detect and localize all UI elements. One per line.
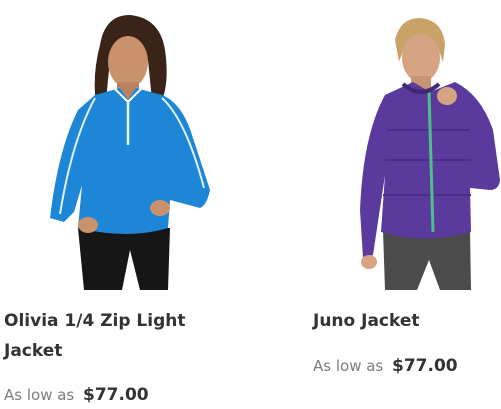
product-name-link[interactable]: Juno Jacket <box>313 306 493 336</box>
product-name-link[interactable]: Olivia 1/4 Zip Light Jacket <box>4 306 219 366</box>
product-image-juno-jacket[interactable] <box>305 0 501 295</box>
price-value: $77.00 <box>392 356 458 376</box>
price-box: As low as $77.00 <box>313 356 458 376</box>
price-value: $77.00 <box>83 385 149 405</box>
price-box: As low as $77.00 <box>4 385 149 405</box>
product-image-olivia-jacket[interactable] <box>0 0 250 295</box>
price-label: As low as <box>313 357 384 375</box>
price-label: As low as <box>4 386 75 404</box>
